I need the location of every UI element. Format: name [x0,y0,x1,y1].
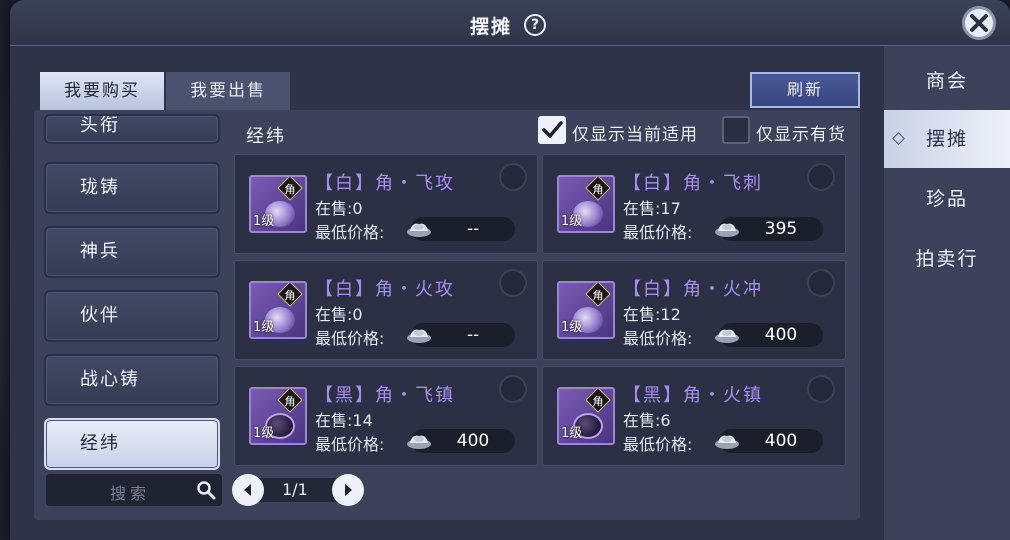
item-badge: 角 [284,183,296,196]
close-button[interactable] [962,6,996,40]
refresh-button[interactable]: 刷新 [750,72,860,108]
item-name: 【白】角・火冲 [623,279,763,300]
item-badge: 角 [592,183,604,196]
sidenav-item-auction[interactable]: 拍卖行 [884,230,1010,288]
selected-diamond-icon [892,132,905,145]
item-icon[interactable]: 角 1级 [249,387,307,445]
next-page-button[interactable] [332,474,364,506]
prev-page-button[interactable] [232,474,264,506]
search-placeholder: 搜索 [110,484,151,503]
sidenav-item-chamber[interactable]: 商会 [884,52,1010,110]
item-icon[interactable]: 角 1级 [249,281,307,339]
item-card[interactable]: 角 1级 【白】角・飞刺 在售:17 最低价格: 395 [542,154,846,254]
item-stock: 在售:14 [315,411,373,430]
item-level: 1级 [561,426,583,441]
item-badge: 角 [592,289,604,302]
filter-current-applicable-label: 仅显示当前适用 [572,125,698,145]
filter-in-stock-label: 仅显示有货 [756,125,846,145]
item-badge: 角 [284,395,296,408]
search-icon[interactable] [196,480,216,500]
item-price: 395 [764,219,798,239]
sidenav-item-treasure[interactable]: 珍品 [884,170,1010,228]
category-item-zhanxinzhu[interactable]: 战心铸 [44,354,220,406]
item-icon[interactable]: 角 1级 [557,281,615,339]
select-radio[interactable] [499,163,527,191]
item-price-label: 最低价格: [315,329,385,348]
item-icon[interactable]: 角 1级 [249,175,307,233]
tab-buy[interactable]: 我要购买 [40,72,164,110]
item-name: 【白】角・飞刺 [623,173,763,194]
search-input[interactable]: 搜索 [46,474,222,506]
item-name: 【白】角・飞攻 [315,173,455,194]
item-price: 400 [456,431,490,451]
category-item-longzhu[interactable]: 珑铸 [44,162,220,214]
select-radio[interactable] [807,375,835,403]
item-level: 1级 [561,214,583,229]
item-stock: 在售:0 [315,305,363,324]
sidenav-item-label: 摆摊 [925,128,968,150]
silver-ingot-icon [407,435,431,449]
window-title: 摆摊 [470,16,513,38]
page-indicator: 1/1 [282,480,308,499]
item-price: 400 [764,431,798,451]
item-price: 400 [764,325,798,345]
item-level: 1级 [253,214,275,229]
item-icon[interactable]: 角 1级 [557,175,615,233]
select-radio[interactable] [499,375,527,403]
silver-ingot-icon [407,329,431,343]
filter-in-stock-checkbox[interactable] [722,116,750,144]
silver-ingot-icon [715,329,739,343]
item-stock: 在售:0 [315,199,363,218]
tab-sell[interactable]: 我要出售 [166,72,290,110]
item-price-label: 最低价格: [623,435,693,454]
chevron-right-icon [345,484,352,496]
item-card[interactable]: 角 1级 【白】角・飞攻 在售:0 最低价格: -- [234,154,538,254]
item-icon[interactable]: 角 1级 [557,387,615,445]
select-radio[interactable] [499,269,527,297]
item-stock: 在售:17 [623,199,681,218]
item-card[interactable]: 角 1级 【白】角・火冲 在售:12 最低价格: 400 [542,260,846,360]
item-name: 【白】角・火攻 [315,279,455,300]
silver-ingot-icon [407,223,431,237]
item-level: 1级 [253,426,275,441]
item-stock: 在售:12 [623,305,681,324]
category-item-jingwei[interactable]: 经纬 [44,418,220,470]
item-level: 1级 [561,320,583,335]
item-price-label: 最低价格: [623,223,693,242]
item-card[interactable]: 角 1级 【白】角・火攻 在售:0 最低价格: -- [234,260,538,360]
section-title: 经纬 [246,126,286,147]
item-card[interactable]: 角 1级 【黑】角・火镇 在售:6 最低价格: 400 [542,366,846,466]
item-level: 1级 [253,320,275,335]
silver-ingot-icon [715,435,739,449]
select-radio[interactable] [807,163,835,191]
filter-current-applicable-checkbox[interactable] [538,116,566,144]
side-nav: 商会 摆摊 珍品 拍卖行 [884,46,1010,540]
close-icon [970,14,988,32]
category-item-shenbing[interactable]: 神兵 [44,226,220,278]
chevron-left-icon [244,484,251,496]
item-name: 【黑】角・飞镇 [315,385,455,406]
item-badge: 角 [592,395,604,408]
checkmark-icon [542,121,563,138]
sidenav-item-stall[interactable]: 摆摊 [884,110,1010,168]
item-badge: 角 [284,289,296,302]
title-bar: 摆摊 ? [10,0,1010,46]
category-item-title[interactable]: 头衔 [44,114,220,144]
select-radio[interactable] [807,269,835,297]
item-price: -- [466,219,480,239]
silver-ingot-icon [715,223,739,237]
stall-window: 摆摊 ? 商会 摆摊 珍品 拍卖行 我要购买 我要出售 刷新 头衔 珑铸 神兵 … [10,0,1010,540]
item-name: 【黑】角・火镇 [623,385,763,406]
category-item-partner[interactable]: 伙伴 [44,290,220,342]
help-icon[interactable]: ? [524,14,546,36]
item-price-label: 最低价格: [315,435,385,454]
item-card[interactable]: 角 1级 【黑】角・飞镇 在售:14 最低价格: 400 [234,366,538,466]
item-stock: 在售:6 [623,411,671,430]
item-price-label: 最低价格: [315,223,385,242]
item-price-label: 最低价格: [623,329,693,348]
item-price: -- [466,325,480,345]
